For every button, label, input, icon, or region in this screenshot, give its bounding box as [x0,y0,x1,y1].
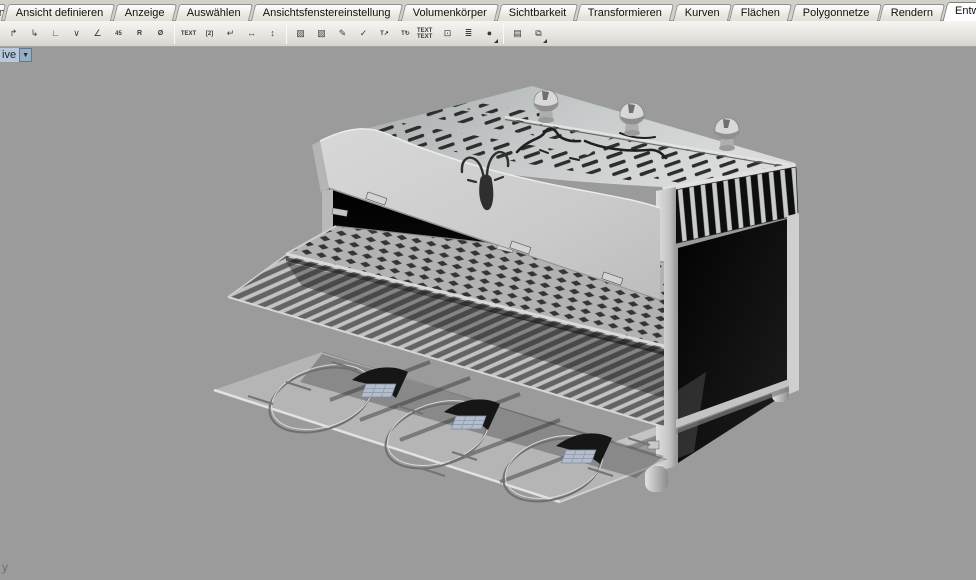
dim-angle-icon[interactable]: ∨ [66,23,87,45]
toolbar-separator [503,24,504,44]
dim-vertical-icon-glyph: ↱ [10,29,18,38]
chevron-down-icon: ▼ [22,52,29,59]
tab-label: Flächen [741,6,780,21]
copy-clipboard-icon-glyph: ⧉ [535,29,541,38]
text-stack-icon[interactable]: TEXT TEXT [416,23,437,45]
dim-diameter-icon-glyph: Ø [158,30,163,37]
dim-45-icon[interactable]: 45 [108,23,129,45]
tab-ansichtsfenstereinstellung[interactable]: Ansichtsfenstereinstellung [251,4,403,21]
tab-label: Ansicht definieren [16,6,103,21]
tab-label: Rendern [891,6,933,21]
dim-horizontal-icon[interactable]: ↳ [24,23,45,45]
render-preview-icon[interactable]: ● [479,23,500,45]
print-icon[interactable]: ▤ [507,23,528,45]
leader-icon-glyph: ↵ [227,29,235,38]
text-rotate-icon[interactable]: T↻ [395,23,416,45]
tab-bar: nAnsicht definierenAnzeigeAuswählenAnsic… [0,0,976,21]
tab-label: Sichtbarkeit [509,6,566,21]
cplane-y-axis-label: y [2,560,8,574]
hatch-solid-icon[interactable]: ▧ [311,23,332,45]
hatch-icon-glyph: ▨ [296,29,305,38]
tab-ansicht-definieren[interactable]: Ansicht definieren [4,4,116,21]
tab-transformieren[interactable]: Transformieren [576,4,674,21]
dim-angle2-icon-glyph: ∠ [93,29,101,38]
edit-dimension-icon-glyph: ✎ [339,29,347,38]
viewport-title-bar: ive ▼ [0,48,32,62]
tab-label: Volumenkörper [413,6,487,21]
leader-icon[interactable]: ↵ [220,23,241,45]
dim-span-v-icon-glyph: ↕ [270,29,275,38]
print-icon-glyph: ▤ [513,29,522,38]
dim-radius-icon-glyph: R [137,30,142,37]
model-perforated-ramp[interactable] [451,416,486,429]
rhino-app-window: nAnsicht definierenAnzeigeAuswählenAnsic… [0,0,976,580]
draw-2d-box-icon[interactable]: ⊡ [437,23,458,45]
dim-span-h-icon[interactable]: ↔ [241,23,262,45]
model-perforated-ramp[interactable] [361,384,396,397]
tab-label: Kurven [684,6,719,21]
dim-45-icon-glyph: 45 [115,31,122,37]
viewport-title-dropdown[interactable]: ▼ [19,48,32,62]
dim-rotated-icon[interactable]: ∟ [45,23,66,45]
hatch-icon[interactable]: ▨ [290,23,311,45]
dim-span-v-icon[interactable]: ↕ [262,23,283,45]
toolbar-separator [174,24,175,44]
tab-polygonnetze[interactable]: Polygonnetze [790,4,881,21]
dim-horizontal-icon-glyph: ↳ [31,29,39,38]
annotation-styles-icon[interactable]: ≣ [458,23,479,45]
tab-sichtbarkeit[interactable]: Sichtbarkeit [497,4,579,21]
tab-auswählen[interactable]: Auswählen [175,4,253,21]
annotation-styles-icon-glyph: ≣ [465,29,473,38]
dim-rotated-icon-glyph: ∟ [51,29,60,38]
model-rear-post[interactable] [787,213,799,395]
text-block-icon-glyph: TEXT [181,31,196,37]
dim-angle-icon-glyph: ∨ [73,29,80,38]
text-rotate-icon-glyph: T↻ [401,31,410,37]
recenter-dimension-icon-glyph: ✓ [360,29,368,38]
recenter-dimension-icon[interactable]: ✓ [353,23,374,45]
tab-label: Entwurf [955,4,976,19]
tab-volumenkörper[interactable]: Volumenkörper [401,4,499,21]
tab-kurven[interactable]: Kurven [672,4,731,21]
tab-rendern[interactable]: Rendern [879,4,945,21]
toolbar: ↱ ↳ ∟ ∨ ∠ 45 R Ø TEXT [2] ↵ ↔ ↕ ▨ ▧ ✎ ✓ T↗ T↻ TEXT TEXT ⊡ ≣ ● ▤… [0,21,976,47]
tab-label: Transformieren [588,6,662,21]
tab-label: Auswählen [187,6,241,21]
model-front-foot[interactable] [645,466,668,492]
model-perforated-ramp[interactable] [561,450,596,463]
text-orient-icon[interactable]: T↗ [374,23,395,45]
toolbar-separator [286,24,287,44]
hatch-solid-icon-glyph: ▧ [317,29,326,38]
dim-span-h-icon-glyph: ↔ [247,29,256,38]
tab-label: Polygonnetze [802,6,869,21]
tab-label: Ansichtsfenstereinstellung [263,6,391,21]
dim-angle2-icon[interactable]: ∠ [87,23,108,45]
draw-2d-box-icon-glyph: ⊡ [444,29,452,38]
text-block-icon[interactable]: TEXT [178,23,199,45]
text-orient-icon-glyph: T↗ [380,31,389,37]
dim-radius-icon[interactable]: R [129,23,150,45]
dim-diameter-icon[interactable]: Ø [150,23,171,45]
copy-clipboard-icon[interactable]: ⧉ [528,23,549,45]
text-stack-icon-glyph: TEXT TEXT [417,28,436,40]
dim-vertical-icon[interactable]: ↱ [3,23,24,45]
leader-2-icon[interactable]: [2] [199,23,220,45]
viewport-canvas[interactable] [0,47,976,580]
leader-2-icon-glyph: [2] [206,31,213,37]
viewport-title-label[interactable]: ive [0,48,19,62]
render-preview-icon-glyph: ● [487,29,492,38]
tab-flächen[interactable]: Flächen [729,4,792,21]
tab-anzeige[interactable]: Anzeige [113,4,177,21]
tab-label: Anzeige [125,6,165,21]
tab-entwurf[interactable]: Entwurf [943,2,976,21]
perspective-viewport[interactable]: ive ▼ y [0,47,976,580]
edit-dimension-icon[interactable]: ✎ [332,23,353,45]
